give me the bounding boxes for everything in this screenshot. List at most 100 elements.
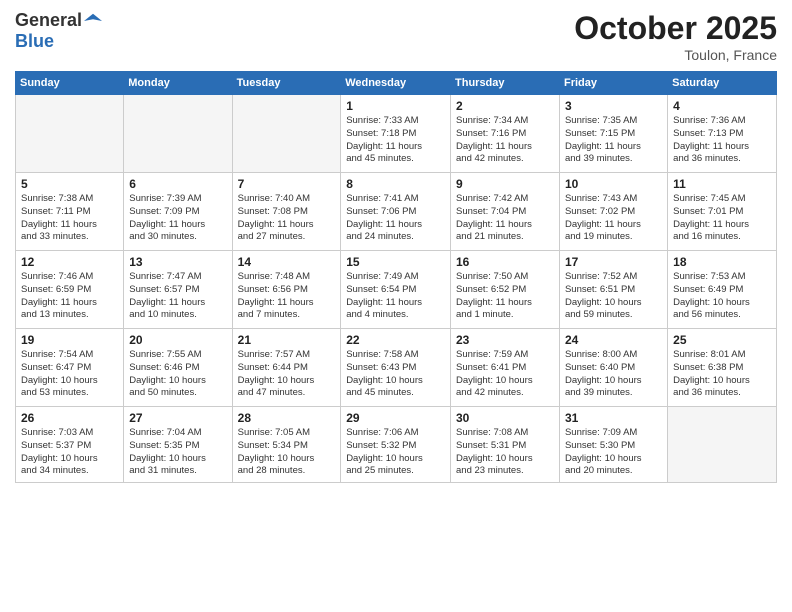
- calendar-cell: 26 Sunrise: 7:03 AMSunset: 5:37 PMDayligh…: [16, 407, 124, 483]
- calendar-cell: 23 Sunrise: 7:59 AMSunset: 6:41 PMDayligh…: [451, 329, 560, 407]
- day-info: Sunrise: 7:39 AMSunset: 7:09 PMDaylight:…: [129, 193, 226, 244]
- day-info: Sunrise: 8:01 AMSunset: 6:38 PMDaylight:…: [673, 349, 771, 400]
- day-number: 25: [673, 333, 771, 347]
- day-info: Sunrise: 7:34 AMSunset: 7:16 PMDaylight:…: [456, 115, 554, 166]
- day-info: Sunrise: 7:59 AMSunset: 6:41 PMDaylight:…: [456, 349, 554, 400]
- day-info: Sunrise: 7:40 AMSunset: 7:08 PMDaylight:…: [238, 193, 336, 244]
- day-number: 19: [21, 333, 118, 347]
- day-info: Sunrise: 7:05 AMSunset: 5:34 PMDaylight:…: [238, 427, 336, 478]
- calendar-cell: [232, 95, 341, 173]
- calendar-cell: 25 Sunrise: 8:01 AMSunset: 6:38 PMDayligh…: [668, 329, 777, 407]
- day-info: Sunrise: 7:54 AMSunset: 6:47 PMDaylight:…: [21, 349, 118, 400]
- day-number: 12: [21, 255, 118, 269]
- day-info: Sunrise: 7:43 AMSunset: 7:02 PMDaylight:…: [565, 193, 662, 244]
- header-monday: Monday: [124, 72, 232, 95]
- header-tuesday: Tuesday: [232, 72, 341, 95]
- calendar-cell: 19 Sunrise: 7:54 AMSunset: 6:47 PMDayligh…: [16, 329, 124, 407]
- calendar-week-row: 19 Sunrise: 7:54 AMSunset: 6:47 PMDayligh…: [16, 329, 777, 407]
- calendar-week-row: 26 Sunrise: 7:03 AMSunset: 5:37 PMDayligh…: [16, 407, 777, 483]
- day-number: 9: [456, 177, 554, 191]
- location: Toulon, France: [574, 47, 777, 63]
- calendar-cell: 4 Sunrise: 7:36 AMSunset: 7:13 PMDaylight…: [668, 95, 777, 173]
- calendar-cell: 16Sunrise: 7:50 AMSunset: 6:52 PMDayligh…: [451, 251, 560, 329]
- calendar-cell: 29 Sunrise: 7:06 AMSunset: 5:32 PMDayligh…: [341, 407, 451, 483]
- day-info: Sunrise: 7:58 AMSunset: 6:43 PMDaylight:…: [346, 349, 445, 400]
- day-number: 27: [129, 411, 226, 425]
- day-number: 3: [565, 99, 662, 113]
- calendar-cell: 24 Sunrise: 8:00 AMSunset: 6:40 PMDayligh…: [559, 329, 667, 407]
- calendar-cell: 3 Sunrise: 7:35 AMSunset: 7:15 PMDaylight…: [559, 95, 667, 173]
- day-info: Sunrise: 7:45 AMSunset: 7:01 PMDaylight:…: [673, 193, 771, 244]
- weekday-header-row: Sunday Monday Tuesday Wednesday Thursday…: [16, 72, 777, 95]
- day-info: Sunrise: 7:03 AMSunset: 5:37 PMDaylight:…: [21, 427, 118, 478]
- calendar-cell: 30 Sunrise: 7:08 AMSunset: 5:31 PMDayligh…: [451, 407, 560, 483]
- day-number: 29: [346, 411, 445, 425]
- header-friday: Friday: [559, 72, 667, 95]
- day-info: Sunrise: 7:06 AMSunset: 5:32 PMDaylight:…: [346, 427, 445, 478]
- day-number: 18: [673, 255, 771, 269]
- day-info: Sunrise: 7:55 AMSunset: 6:46 PMDaylight:…: [129, 349, 226, 400]
- calendar-cell: [16, 95, 124, 173]
- calendar-week-row: 1Sunrise: 7:33 AMSunset: 7:18 PMDaylight…: [16, 95, 777, 173]
- day-number: 23: [456, 333, 554, 347]
- day-number: 20: [129, 333, 226, 347]
- day-number: 24: [565, 333, 662, 347]
- logo-general: General: [15, 10, 82, 31]
- day-info: Sunrise: 7:35 AMSunset: 7:15 PMDaylight:…: [565, 115, 662, 166]
- day-info: Sunrise: 7:47 AMSunset: 6:57 PMDaylight:…: [129, 271, 226, 322]
- calendar-cell: 18 Sunrise: 7:53 AMSunset: 6:49 PMDayligh…: [668, 251, 777, 329]
- day-info: Sunrise: 7:53 AMSunset: 6:49 PMDaylight:…: [673, 271, 771, 322]
- calendar-cell: 8Sunrise: 7:41 AMSunset: 7:06 PMDaylight…: [341, 173, 451, 251]
- day-info: Sunrise: 7:08 AMSunset: 5:31 PMDaylight:…: [456, 427, 554, 478]
- calendar-cell: [668, 407, 777, 483]
- day-number: 13: [129, 255, 226, 269]
- calendar-cell: 17 Sunrise: 7:52 AMSunset: 6:51 PMDayligh…: [559, 251, 667, 329]
- day-number: 17: [565, 255, 662, 269]
- day-number: 22: [346, 333, 445, 347]
- day-info: Sunrise: 8:00 AMSunset: 6:40 PMDaylight:…: [565, 349, 662, 400]
- logo-blue: Blue: [15, 31, 102, 52]
- day-info: Sunrise: 7:52 AMSunset: 6:51 PMDaylight:…: [565, 271, 662, 322]
- calendar-cell: 1Sunrise: 7:33 AMSunset: 7:18 PMDaylight…: [341, 95, 451, 173]
- calendar-cell: 2Sunrise: 7:34 AMSunset: 7:16 PMDaylight…: [451, 95, 560, 173]
- day-number: 26: [21, 411, 118, 425]
- day-number: 10: [565, 177, 662, 191]
- page: General Blue October 2025 Toulon, France…: [0, 0, 792, 612]
- day-info: Sunrise: 7:41 AMSunset: 7:06 PMDaylight:…: [346, 193, 445, 244]
- title-block: October 2025 Toulon, France: [574, 10, 777, 63]
- calendar-cell: 15Sunrise: 7:49 AMSunset: 6:54 PMDayligh…: [341, 251, 451, 329]
- day-info: Sunrise: 7:42 AMSunset: 7:04 PMDaylight:…: [456, 193, 554, 244]
- day-number: 30: [456, 411, 554, 425]
- header-wednesday: Wednesday: [341, 72, 451, 95]
- day-number: 14: [238, 255, 336, 269]
- logo: General Blue: [15, 10, 102, 52]
- calendar-cell: 28 Sunrise: 7:05 AMSunset: 5:34 PMDayligh…: [232, 407, 341, 483]
- header-sunday: Sunday: [16, 72, 124, 95]
- day-number: 31: [565, 411, 662, 425]
- calendar-cell: 9 Sunrise: 7:42 AMSunset: 7:04 PMDaylight…: [451, 173, 560, 251]
- calendar-cell: [124, 95, 232, 173]
- calendar-cell: 11 Sunrise: 7:45 AMSunset: 7:01 PMDayligh…: [668, 173, 777, 251]
- day-info: Sunrise: 7:36 AMSunset: 7:13 PMDaylight:…: [673, 115, 771, 166]
- day-info: Sunrise: 7:46 AMSunset: 6:59 PMDaylight:…: [21, 271, 118, 322]
- day-number: 11: [673, 177, 771, 191]
- day-number: 21: [238, 333, 336, 347]
- logo-text: General Blue: [15, 10, 102, 52]
- header-thursday: Thursday: [451, 72, 560, 95]
- day-info: Sunrise: 7:57 AMSunset: 6:44 PMDaylight:…: [238, 349, 336, 400]
- day-info: Sunrise: 7:49 AMSunset: 6:54 PMDaylight:…: [346, 271, 445, 322]
- calendar-cell: 5Sunrise: 7:38 AMSunset: 7:11 PMDaylight…: [16, 173, 124, 251]
- calendar-cell: 31Sunrise: 7:09 AMSunset: 5:30 PMDayligh…: [559, 407, 667, 483]
- day-number: 1: [346, 99, 445, 113]
- calendar-cell: 7 Sunrise: 7:40 AMSunset: 7:08 PMDaylight…: [232, 173, 341, 251]
- calendar-cell: 13 Sunrise: 7:47 AMSunset: 6:57 PMDayligh…: [124, 251, 232, 329]
- day-number: 4: [673, 99, 771, 113]
- calendar-week-row: 12 Sunrise: 7:46 AMSunset: 6:59 PMDayligh…: [16, 251, 777, 329]
- day-number: 7: [238, 177, 336, 191]
- header: General Blue October 2025 Toulon, France: [15, 10, 777, 63]
- calendar-cell: 10 Sunrise: 7:43 AMSunset: 7:02 PMDayligh…: [559, 173, 667, 251]
- calendar-week-row: 5Sunrise: 7:38 AMSunset: 7:11 PMDaylight…: [16, 173, 777, 251]
- day-number: 28: [238, 411, 336, 425]
- day-number: 16: [456, 255, 554, 269]
- calendar-cell: 27Sunrise: 7:04 AMSunset: 5:35 PMDayligh…: [124, 407, 232, 483]
